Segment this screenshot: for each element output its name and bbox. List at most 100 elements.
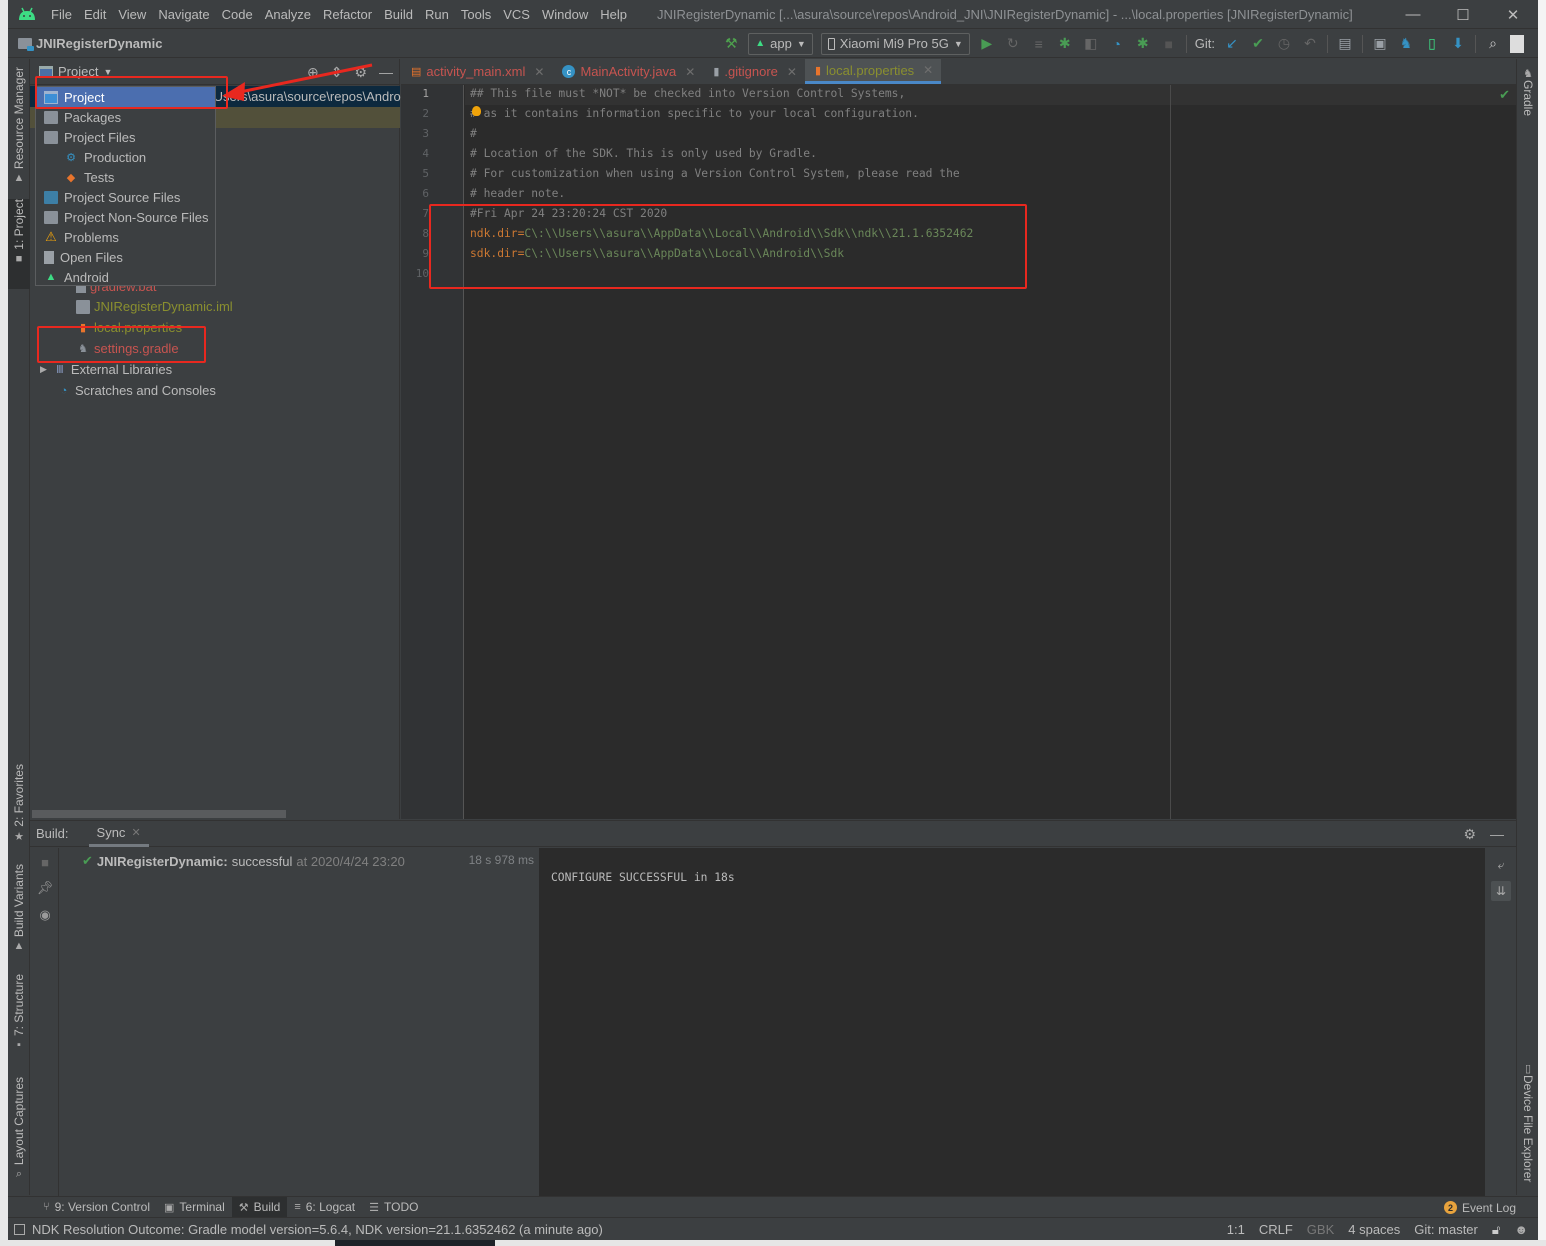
git-update-icon[interactable]: ↙ xyxy=(1223,35,1241,53)
menu-code[interactable]: Code xyxy=(222,7,253,22)
popup-item-android[interactable]: ▲ Android xyxy=(36,267,215,287)
soft-wrap-icon[interactable]: ⤶ xyxy=(1491,855,1511,875)
tool-tab-terminal[interactable]: ▣ Terminal xyxy=(157,1197,232,1218)
collapse-all-icon[interactable]: ⇕ xyxy=(331,64,343,81)
tab-local-properties[interactable]: ▮ local.properties ✕ xyxy=(804,59,942,84)
tool-tab-resource-manager[interactable]: Resource Manager ▲ xyxy=(8,67,30,184)
search-icon[interactable]: ⌕ xyxy=(1484,35,1502,53)
intention-bulb-icon[interactable] xyxy=(472,106,481,116)
avd-manager-icon[interactable]: ▯ xyxy=(1423,35,1441,53)
tool-tab-version-control[interactable]: ⑂ 9: Version Control xyxy=(36,1197,157,1218)
gradle-sync-elephant-icon[interactable]: ♞ xyxy=(1397,35,1415,53)
project-view-selector[interactable]: Project ▼ xyxy=(39,64,112,79)
debug-icon[interactable]: ✱ xyxy=(1056,35,1074,53)
menu-view[interactable]: View xyxy=(118,7,146,22)
scroll-to-end-icon[interactable]: ⇊ xyxy=(1491,881,1511,901)
menu-file[interactable]: File xyxy=(51,7,72,22)
tool-tab-project[interactable]: 1: Project ■ xyxy=(8,199,30,289)
tree-row-settings-gradle[interactable]: ♞ settings.gradle xyxy=(30,338,400,359)
locate-file-icon[interactable]: ⊕ xyxy=(307,64,319,81)
menu-vcs[interactable]: VCS xyxy=(503,7,530,22)
eye-filter-icon[interactable]: ◉ xyxy=(37,907,53,923)
build-console[interactable]: CONFIGURE SUCCESSFUL in 18s xyxy=(539,848,1485,1196)
status-message[interactable]: NDK Resolution Outcome: Gradle model ver… xyxy=(14,1222,603,1237)
menu-edit[interactable]: Edit xyxy=(84,7,106,22)
run-icon[interactable]: ▶ xyxy=(978,35,996,53)
popup-item-open-files[interactable]: Open Files xyxy=(36,247,215,267)
tool-tab-device-file-explorer[interactable]: ▯ Device File Explorer xyxy=(1517,1062,1539,1182)
hide-panel-icon[interactable]: — xyxy=(1490,826,1504,842)
popup-item-tests[interactable]: ◆ Tests xyxy=(36,167,215,187)
close-tab-icon[interactable]: ✕ xyxy=(787,65,797,79)
lock-icon[interactable]: 🔓︎ xyxy=(1492,1222,1500,1238)
gear-icon[interactable]: ⚙ xyxy=(354,64,367,81)
tab-main-activity-java[interactable]: c MainActivity.java ✕ xyxy=(552,59,703,84)
menu-refactor[interactable]: Refactor xyxy=(323,7,372,22)
indent-setting[interactable]: 4 spaces xyxy=(1348,1222,1400,1237)
menu-navigate[interactable]: Navigate xyxy=(158,7,209,22)
breadcrumb-project[interactable]: JNIRegisterDynamic xyxy=(36,36,162,51)
coverage-icon[interactable]: ◧ xyxy=(1082,35,1100,53)
code-editor[interactable]: ## This file must *NOT* be checked into … xyxy=(465,85,1516,819)
event-log-button[interactable]: 2 Event Log xyxy=(1443,1197,1516,1218)
close-tab-icon[interactable]: ✕ xyxy=(923,63,933,77)
popup-item-project-non-source-files[interactable]: Project Non-Source Files xyxy=(36,207,215,227)
close-tab-icon[interactable]: ✕ xyxy=(131,826,140,839)
tree-row-iml[interactable]: JNIRegisterDynamic.iml xyxy=(30,296,400,317)
popup-item-project[interactable]: Project xyxy=(36,87,215,107)
run-config-select[interactable]: ▲ app ▼ xyxy=(748,32,813,55)
hector-inspector-icon[interactable]: ☻ xyxy=(1514,1222,1528,1237)
close-tab-icon[interactable]: ✕ xyxy=(534,65,544,79)
file-encoding[interactable]: GBK xyxy=(1307,1222,1334,1237)
stop-icon[interactable]: ■ xyxy=(1160,35,1178,53)
menu-build[interactable]: Build xyxy=(384,7,413,22)
line-separator[interactable]: CRLF xyxy=(1259,1222,1293,1237)
minimize-button[interactable]: — xyxy=(1388,0,1438,29)
sdk-manager-icon[interactable]: ⬇ xyxy=(1449,35,1467,53)
tab-activity-main-xml[interactable]: ▤ activity_main.xml ✕ xyxy=(401,59,552,84)
git-history-icon[interactable]: ◷ xyxy=(1275,35,1293,53)
tree-row-scratches[interactable]: ◔ Scratches and Consoles xyxy=(30,380,400,401)
popup-item-packages[interactable]: Packages xyxy=(36,107,215,127)
popup-item-problems[interactable]: ⚠ Problems xyxy=(36,227,215,247)
git-rollback-icon[interactable]: ↶ xyxy=(1301,35,1319,53)
build-tab-sync[interactable]: Sync ✕ xyxy=(88,821,149,847)
menu-tools[interactable]: Tools xyxy=(461,7,491,22)
tree-row-external-libraries[interactable]: ▶ Ⅲ External Libraries xyxy=(30,359,400,380)
menu-window[interactable]: Window xyxy=(542,7,588,22)
git-commit-icon[interactable]: ✔ xyxy=(1249,35,1267,53)
tool-tab-favorites[interactable]: 2: Favorites ★ xyxy=(8,764,30,843)
tab-gitignore[interactable]: ▮ .gitignore ✕ xyxy=(703,59,805,84)
tool-tab-layout-captures[interactable]: Layout Captures ⌕ xyxy=(8,1077,30,1181)
popup-item-project-files[interactable]: Project Files xyxy=(36,127,215,147)
close-button[interactable]: ✕ xyxy=(1488,0,1538,29)
breadcrumb[interactable]: JNIRegisterDynamic xyxy=(18,36,162,51)
profile-icon[interactable]: ◔ xyxy=(1108,35,1126,53)
maximize-button[interactable]: ☐ xyxy=(1438,0,1488,29)
tree-row-local-properties[interactable]: ▮ local.properties xyxy=(30,317,400,338)
project-structure-icon[interactable]: ▤ xyxy=(1336,35,1354,53)
toggle-tool-windows-icon[interactable] xyxy=(14,1223,25,1235)
popup-item-production[interactable]: ⚙ Production xyxy=(36,147,215,167)
apply-changes-icon[interactable]: ↻ xyxy=(1004,35,1022,53)
tool-tab-gradle[interactable]: ♞ Gradle xyxy=(1517,67,1539,116)
build-result-row[interactable]: ✔ JNIRegisterDynamic: successful at 2020… xyxy=(82,853,405,869)
menu-help[interactable]: Help xyxy=(600,7,627,22)
horizontal-scrollbar[interactable] xyxy=(32,810,286,818)
user-avatar-icon[interactable] xyxy=(1510,34,1524,53)
caret-position[interactable]: 1:1 xyxy=(1227,1222,1245,1237)
inspection-ok-check-icon[interactable]: ✔ xyxy=(1499,87,1510,103)
close-tab-icon[interactable]: ✕ xyxy=(685,65,695,79)
menu-analyze[interactable]: Analyze xyxy=(265,7,311,22)
menu-run[interactable]: Run xyxy=(425,7,449,22)
tool-tab-structure[interactable]: 7: Structure ▪ xyxy=(8,974,30,1051)
expand-arrow-icon[interactable]: ▶ xyxy=(40,364,47,375)
tool-tab-build-variants[interactable]: Build Variants ▲ xyxy=(8,864,30,952)
stop-icon[interactable]: ■ xyxy=(37,854,53,870)
gear-icon[interactable]: ⚙ xyxy=(1463,826,1476,843)
tool-tab-build[interactable]: ⚒ Build xyxy=(231,1196,288,1218)
attach-debugger-icon[interactable]: ✱ xyxy=(1134,35,1152,53)
hide-panel-icon[interactable]: — xyxy=(379,64,393,80)
popup-item-project-source-files[interactable]: Project Source Files xyxy=(36,187,215,207)
pin-icon[interactable]: 📌︎ xyxy=(37,880,54,896)
